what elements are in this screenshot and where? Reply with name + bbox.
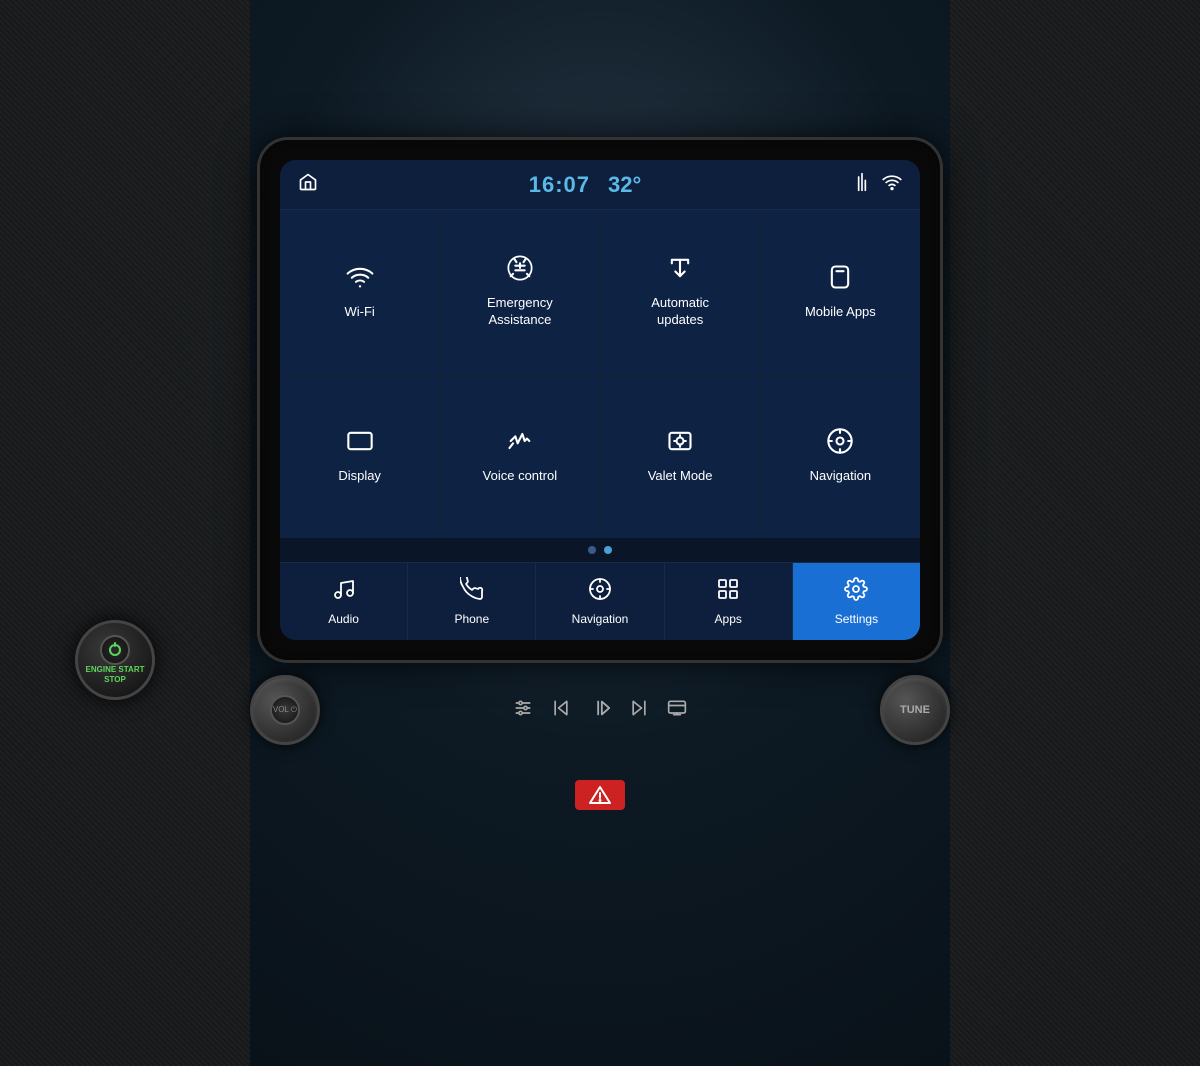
wifi-grid-icon — [346, 263, 374, 296]
voice-grid-icon — [506, 427, 534, 460]
hazard-button[interactable] — [575, 780, 625, 810]
navigation-nav-label: Navigation — [572, 612, 629, 626]
phone-nav-icon — [460, 577, 484, 607]
engine-start-area: ENGINE START STOP — [75, 620, 155, 700]
apps-nav-icon — [716, 577, 740, 607]
tune-label: TUNE — [900, 704, 930, 716]
grid-item-navigation[interactable]: Navigation — [761, 375, 920, 539]
skip-forward-button[interactable] — [629, 698, 649, 723]
screen-bezel: 16:07 32° — [260, 140, 940, 660]
mobileapps-label: Mobile Apps — [805, 304, 876, 321]
grid-item-mobileapps[interactable]: Mobile Apps — [761, 210, 920, 374]
audio-nav-icon — [332, 577, 356, 607]
voice-label: Voice control — [483, 468, 557, 485]
navigation-nav-icon — [588, 577, 612, 607]
display-label: Display — [338, 468, 381, 485]
updates-label: Automaticupdates — [651, 295, 709, 329]
navigation-label: Navigation — [810, 468, 871, 485]
volume-label: VOL ⏻ — [273, 705, 297, 715]
bottom-navigation: Audio Phone — [280, 562, 920, 640]
valet-grid-icon — [666, 427, 694, 460]
grid-item-valet[interactable]: Valet Mode — [601, 375, 760, 539]
signal-icon — [852, 172, 872, 197]
media-controls — [332, 697, 868, 724]
time-display: 16:07 — [529, 172, 590, 198]
infotainment-screen: 16:07 32° — [280, 160, 920, 640]
dot-1[interactable] — [588, 546, 596, 554]
physical-controls: VOL ⏻ — [250, 670, 950, 750]
grid-item-display[interactable]: Display — [280, 375, 439, 539]
carbon-left-panel — [0, 0, 250, 1066]
top-bar-left — [298, 172, 318, 198]
screen-toggle-button[interactable] — [667, 698, 687, 723]
emergency-grid-icon — [506, 254, 534, 287]
emergency-label: EmergencyAssistance — [487, 295, 553, 329]
dot-2[interactable] — [604, 546, 612, 554]
carbon-right-panel — [950, 0, 1200, 1066]
phone-nav-label: Phone — [454, 612, 489, 626]
settings-nav-label: Settings — [835, 612, 878, 626]
nav-item-audio[interactable]: Audio — [280, 563, 408, 640]
nav-item-navigation[interactable]: Navigation — [536, 563, 664, 640]
page-dots — [280, 538, 920, 562]
settings-nav-icon — [844, 577, 868, 607]
grid-item-updates[interactable]: Automaticupdates — [601, 210, 760, 374]
temperature-display: 32° — [608, 172, 641, 198]
wifi-label: Wi-Fi — [344, 304, 374, 321]
valet-label: Valet Mode — [648, 468, 713, 485]
grid-item-wifi[interactable]: Wi-Fi — [280, 210, 439, 374]
top-bar: 16:07 32° — [280, 160, 920, 210]
navigation-grid-icon — [826, 427, 854, 460]
grid-item-voice[interactable]: Voice control — [440, 375, 599, 539]
top-bar-center: 16:07 32° — [529, 172, 642, 198]
home-icon[interactable] — [298, 172, 318, 198]
eq-button[interactable] — [513, 698, 533, 723]
nav-item-settings[interactable]: Settings — [793, 563, 920, 640]
top-bar-right — [852, 172, 902, 197]
apps-nav-label: Apps — [715, 612, 742, 626]
hazard-button-area — [575, 780, 625, 810]
volume-knob[interactable]: VOL ⏻ — [250, 675, 320, 745]
tune-knob[interactable]: TUNE — [880, 675, 950, 745]
grid-item-emergency[interactable]: EmergencyAssistance — [440, 210, 599, 374]
skip-back-button[interactable] — [551, 698, 571, 723]
display-grid-icon — [346, 427, 374, 460]
play-pause-button[interactable] — [589, 697, 611, 724]
audio-nav-label: Audio — [328, 612, 359, 626]
settings-grid: Wi-Fi EmergencyAssistance — [280, 210, 920, 538]
engine-start-button[interactable]: ENGINE START STOP — [75, 620, 155, 700]
wifi-icon — [882, 172, 902, 197]
engine-label: ENGINE START STOP — [78, 665, 152, 686]
nav-item-apps[interactable]: Apps — [665, 563, 793, 640]
updates-grid-icon — [666, 254, 694, 287]
nav-item-phone[interactable]: Phone — [408, 563, 536, 640]
mobileapps-grid-icon — [826, 263, 854, 296]
